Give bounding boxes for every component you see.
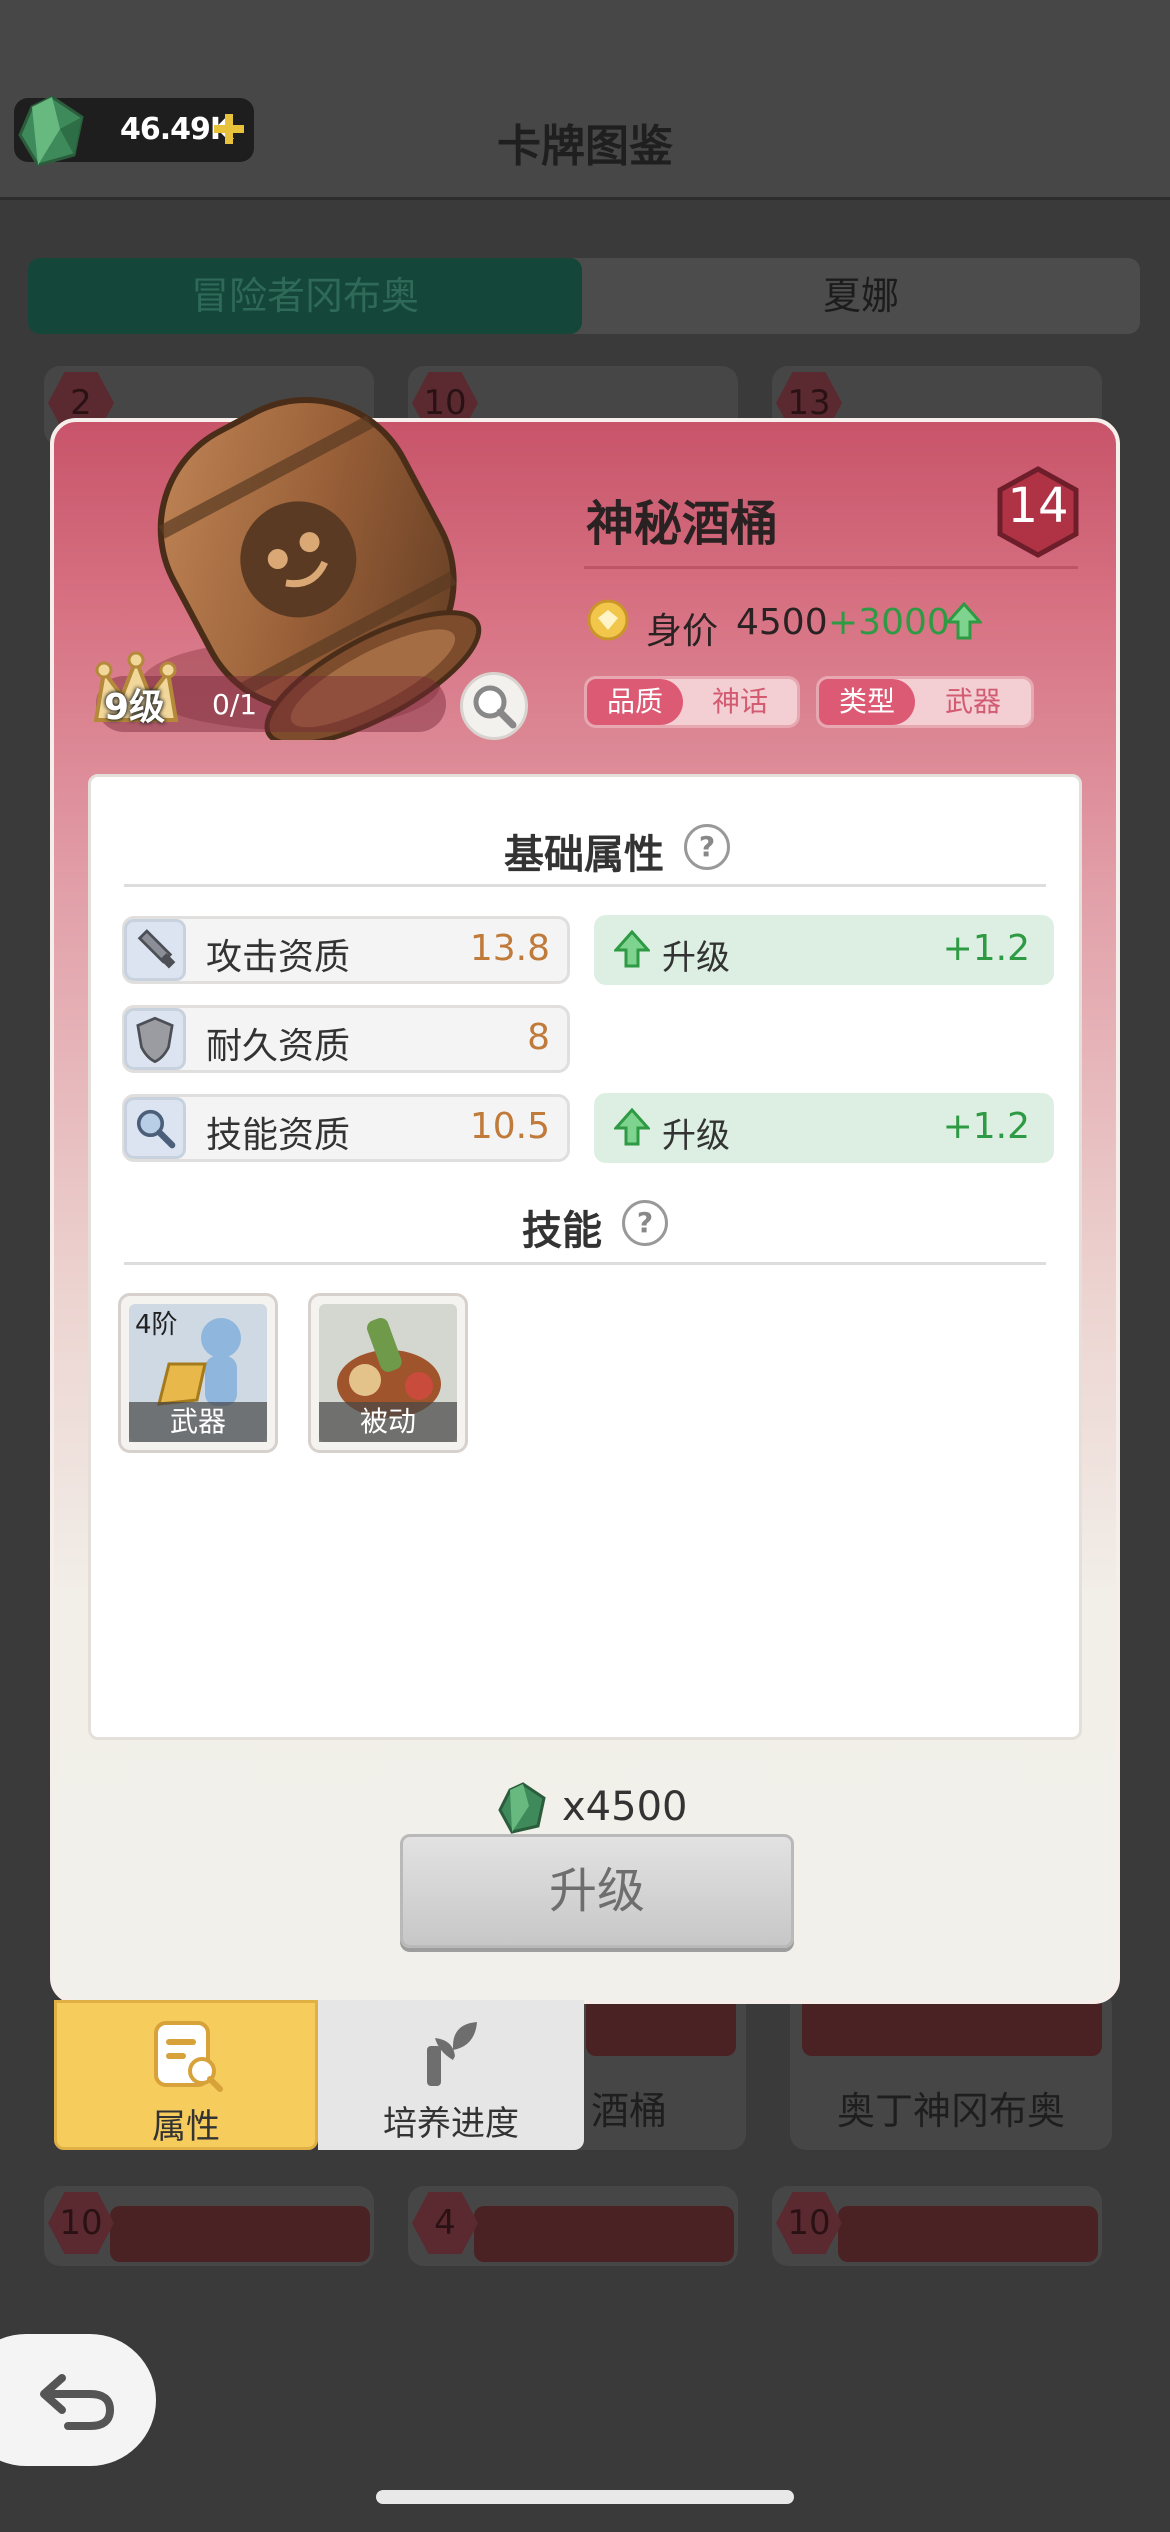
price-value: 4500: [736, 602, 828, 643]
card-name: 神秘酒桶: [586, 496, 779, 552]
stat-value: 10.5: [469, 1106, 550, 1147]
skill-tier: 4阶: [135, 1310, 178, 1340]
page-title: 卡牌图鉴: [497, 121, 673, 172]
quality-value: 神话: [711, 685, 768, 718]
arrow-up-icon: [946, 602, 982, 640]
arrow-up-icon: [614, 1108, 650, 1146]
magnifier-icon: [473, 685, 517, 729]
plant-icon: [427, 2022, 477, 2086]
tab-shana[interactable]: 夏娜: [582, 258, 1140, 334]
skill-card-weapon[interactable]: 4阶 武器: [118, 1293, 278, 1453]
upgrade-value: +1.2: [942, 928, 1030, 969]
quality-pill: 品质 神话: [584, 676, 800, 728]
skill-card-passive[interactable]: 被动: [308, 1293, 468, 1453]
basic-attributes-title: 基础属性: [504, 832, 664, 878]
skills-title: 技能: [522, 1208, 602, 1254]
price-label: 身价: [646, 611, 719, 652]
divider: [584, 566, 1078, 569]
bg-card-art: [474, 2206, 734, 2262]
star-level: 9级: [104, 687, 166, 728]
bg-card-title: 酒桶: [590, 2089, 667, 2133]
coin-icon: [587, 599, 629, 641]
upgrade-label: 升级: [662, 1116, 730, 1156]
stat-value: 8: [527, 1017, 550, 1058]
divider: [124, 884, 1046, 887]
type-value: 武器: [944, 685, 1001, 718]
tab-attributes[interactable]: 属性: [54, 2000, 318, 2150]
skill-caption: 被动: [319, 1402, 457, 1442]
stat-label: 技能资质: [206, 1115, 351, 1156]
upgrade-cost: x4500: [562, 1784, 688, 1830]
arrow-up-icon: [614, 930, 650, 968]
stat-label: 攻击资质: [206, 937, 351, 978]
quality-key: 品质: [587, 679, 683, 725]
tab-label: 属性: [152, 2107, 220, 2147]
gem-icon: [498, 1782, 546, 1834]
tab-label: 培养进度: [383, 2104, 519, 2144]
tab-growth-progress[interactable]: 培养进度: [318, 2000, 584, 2150]
home-indicator[interactable]: [376, 2490, 794, 2504]
card-level: 14: [1007, 478, 1069, 534]
stat-value: 13.8: [469, 928, 550, 969]
help-icon[interactable]: ?: [684, 824, 730, 870]
upgrade-button[interactable]: 升级: [400, 1834, 794, 1948]
type-pill: 类型 武器: [816, 676, 1034, 728]
upgrade-label: 升级: [662, 938, 730, 978]
document-search-icon: [154, 2021, 223, 2092]
price-increase: +3000: [828, 602, 950, 643]
star-progress: 0/1: [212, 688, 258, 721]
bg-card-art: [838, 2206, 1098, 2262]
bg-card-title: 奥丁神冈布奥: [836, 2089, 1065, 2133]
type-key: 类型: [819, 679, 915, 725]
stat-label: 耐久资质: [206, 1026, 351, 1067]
upgrade-value: +1.2: [942, 1106, 1030, 1147]
shield-icon: [124, 1008, 186, 1070]
divider: [124, 1262, 1046, 1265]
zoom-button[interactable]: [460, 672, 528, 740]
bg-card-art: [110, 2206, 370, 2262]
undo-arrow-icon: [40, 2374, 115, 2430]
back-button[interactable]: [0, 2334, 156, 2466]
magnifier-icon: [124, 1097, 186, 1159]
skill-caption: 武器: [129, 1402, 267, 1442]
tab-adventurer[interactable]: 冒险者冈布奥: [28, 258, 582, 334]
sword-icon: [124, 919, 186, 981]
help-icon[interactable]: ?: [622, 1200, 668, 1246]
